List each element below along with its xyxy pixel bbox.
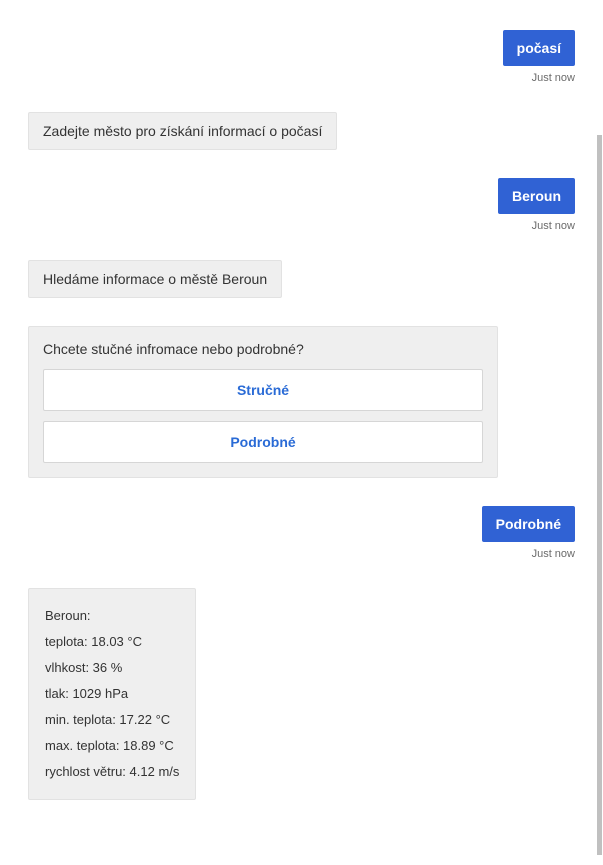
detail-max-temp: max. teplota: 18.89 °C — [45, 733, 179, 759]
bot-card-row: Chcete stučné infromace nebo podrobné? S… — [28, 326, 575, 478]
detail-city: Beroun: — [45, 603, 179, 629]
detail-pressure: tlak: 1029 hPa — [45, 681, 179, 707]
detail-humidity: vlhkost: 36 % — [45, 655, 179, 681]
option-podrobne-button[interactable]: Podrobné — [43, 421, 483, 463]
user-bubble-beroun: Beroun — [498, 178, 575, 214]
chat-container: počasí Just now Zadejte město pro získán… — [28, 30, 575, 828]
detail-temperature: teplota: 18.03 °C — [45, 629, 179, 655]
detail-min-temp: min. teplota: 17.22 °C — [45, 707, 179, 733]
user-bubble-pocasi: počasí — [503, 30, 575, 66]
detail-wind: rychlost větru: 4.12 m/s — [45, 759, 179, 785]
weather-details-box: Beroun: teplota: 18.03 °C vlhkost: 36 % … — [28, 588, 196, 800]
timestamp: Just now — [532, 548, 575, 560]
choice-card: Chcete stučné infromace nebo podrobné? S… — [28, 326, 498, 478]
user-message-row: počasí Just now — [28, 30, 575, 84]
user-message-row: Beroun Just now — [28, 178, 575, 232]
user-bubble-podrobne: Podrobné — [482, 506, 575, 542]
scrollbar-thumb[interactable] — [597, 135, 602, 855]
option-strucne-button[interactable]: Stručné — [43, 369, 483, 411]
bot-details-row: Beroun: teplota: 18.03 °C vlhkost: 36 % … — [28, 588, 575, 800]
card-title: Chcete stučné infromace nebo podrobné? — [43, 341, 483, 357]
bot-message-row: Zadejte město pro získání informací o po… — [28, 112, 575, 150]
scrollbar-track[interactable] — [597, 135, 602, 855]
user-message-row: Podrobné Just now — [28, 506, 575, 560]
bot-message-row: Hledáme informace o městě Beroun — [28, 260, 575, 298]
timestamp: Just now — [532, 220, 575, 232]
bot-bubble-searching: Hledáme informace o městě Beroun — [28, 260, 282, 298]
bot-bubble-prompt-city: Zadejte město pro získání informací o po… — [28, 112, 337, 150]
timestamp: Just now — [532, 72, 575, 84]
